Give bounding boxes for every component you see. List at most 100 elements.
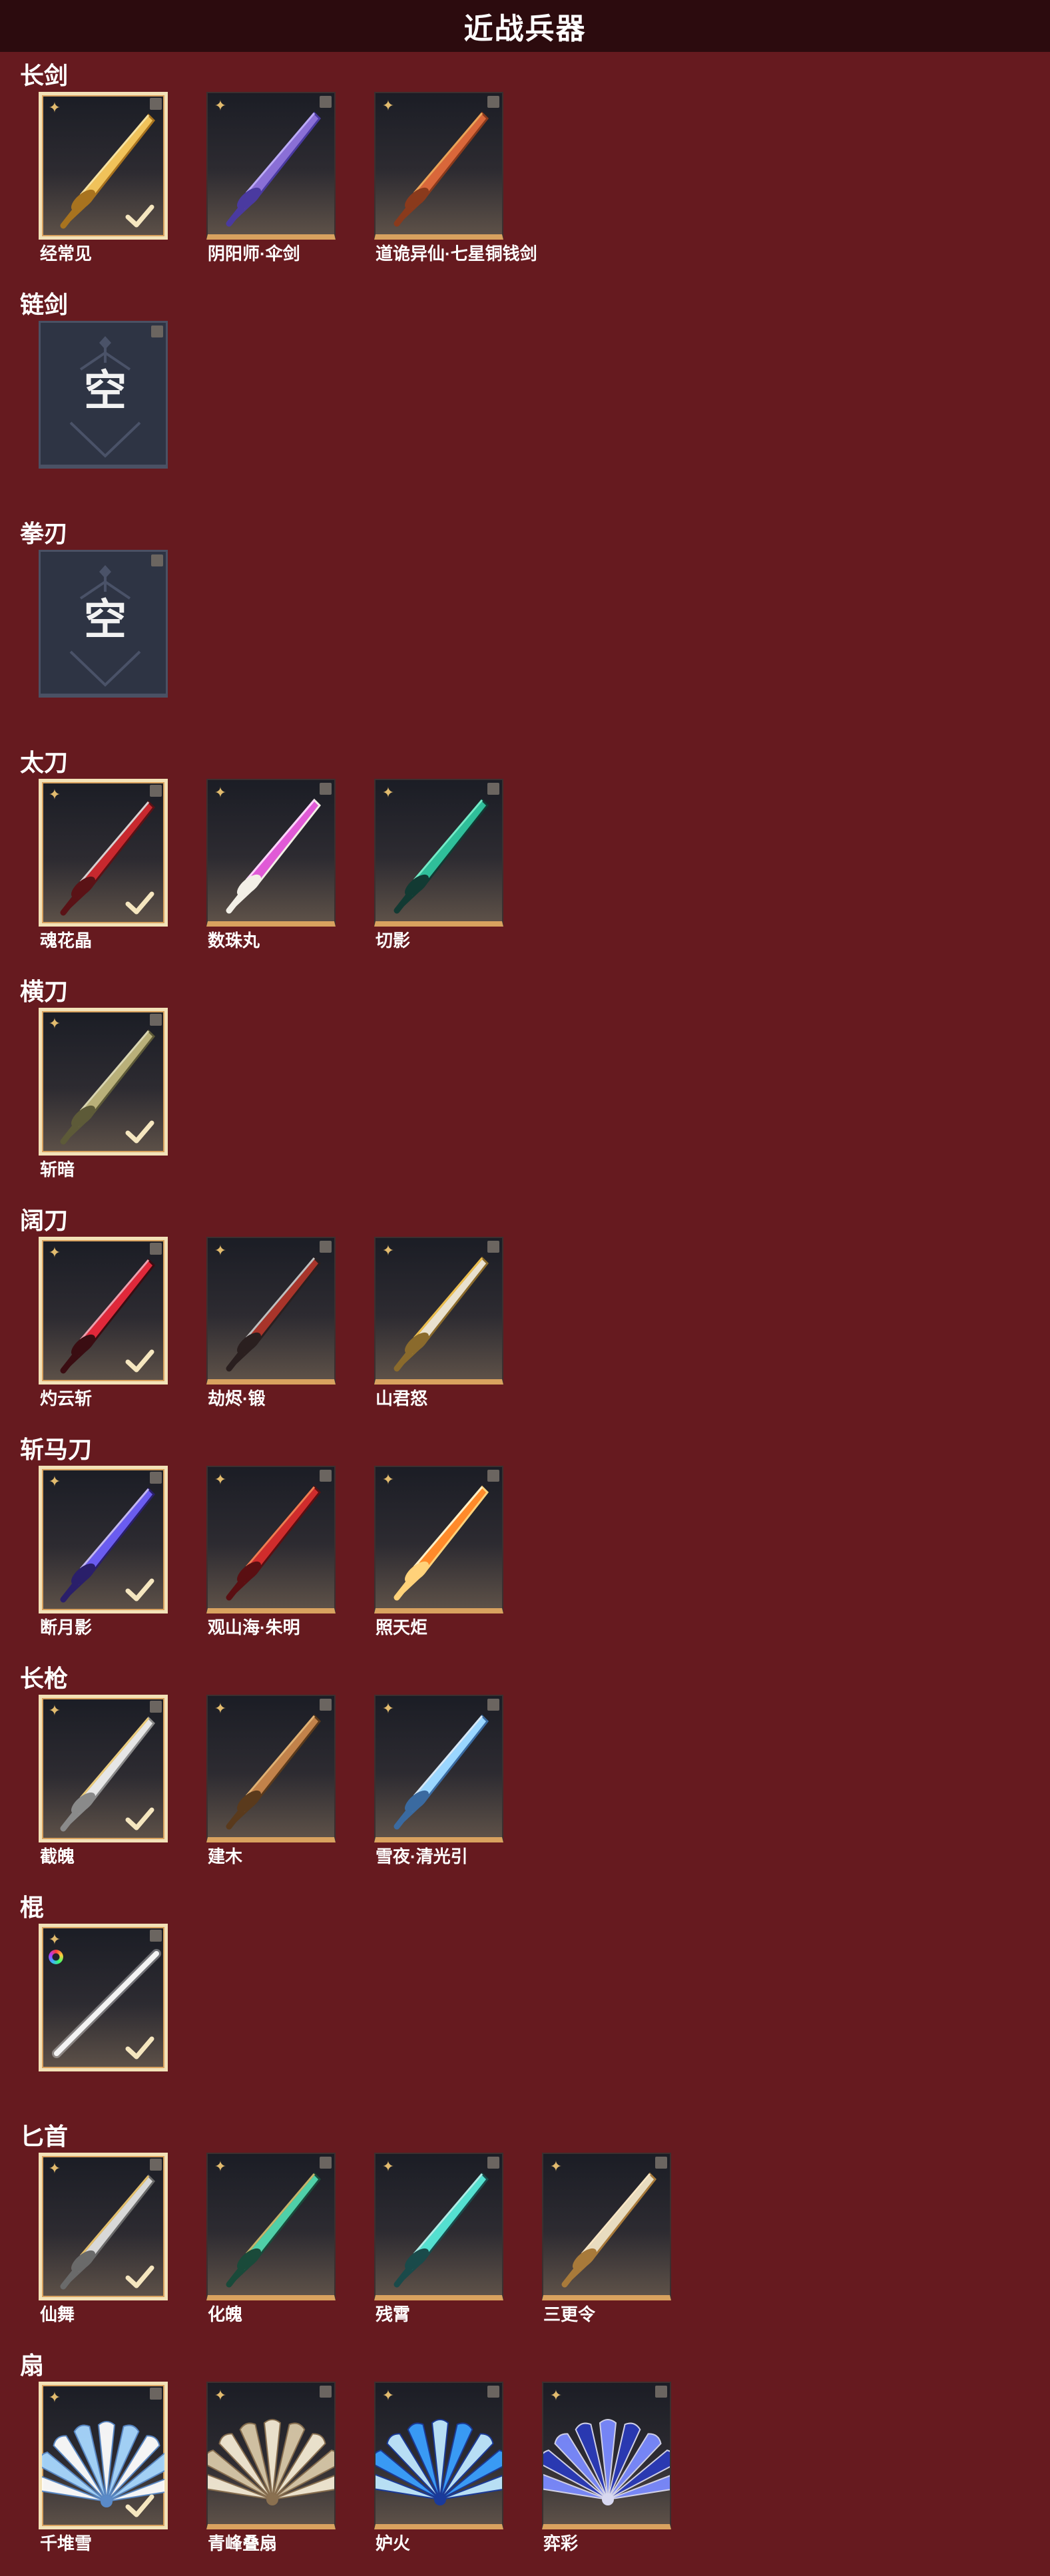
weapon-card[interactable]: ✦ [374,1695,503,1842]
weapon-card[interactable]: ✦ [206,1466,336,1613]
corner-tag-icon [150,785,162,797]
rarity-star-icon: ✦ [382,97,395,114]
equipped-check-icon [125,2036,154,2059]
weapon-name: 截魄 [40,1846,75,1866]
weapon-card[interactable]: ✦ [39,2153,168,2300]
corner-tag-icon [150,2159,162,2171]
rarity-star-icon: ✦ [214,2387,227,2404]
fan-art [208,2419,334,2505]
weapon-skin-item[interactable]: ✦ 建木 [206,1695,336,1881]
page-title: 近战兵器 [463,13,587,45]
weapon-card[interactable]: ✦ [374,2382,503,2529]
rarity-star-icon: ✦ [48,99,61,116]
weapon-skin-item[interactable]: ✦ 截魄 [39,1695,168,1881]
weapon-skin-item[interactable]: ✦ 观山海·朱明 [206,1466,336,1652]
corner-tag-icon [320,1241,332,1253]
weapon-card[interactable]: ✦ [374,1237,503,1385]
weapon-skin-item[interactable]: ✦ 斩暗 [39,1008,168,1194]
weapon-skin-item[interactable]: ✦ 三更令 [542,2153,671,2339]
corner-tag-icon [320,96,332,108]
weapon-skin-item[interactable]: ✦ 残霄 [374,2153,503,2339]
weapon-art [226,1714,322,1830]
weapon-card[interactable]: ✦ [374,92,503,240]
weapon-card[interactable]: ✦ [39,1008,168,1156]
weapon-skin-item[interactable]: ✦ 千堆雪 [39,2382,168,2568]
weapon-art [394,1485,489,1601]
weapon-card[interactable]: ✦ [39,1924,168,2071]
weapon-card[interactable]: ✦ [542,2382,671,2529]
weapon-skin-item[interactable]: ✦ 劫烬·锻 [206,1237,336,1423]
rarity-star-icon: ✦ [214,97,227,114]
weapon-card[interactable]: ✦ [206,2153,336,2300]
weapon-art [226,111,322,227]
weapon-card[interactable]: ✦ [206,779,336,927]
weapon-skin-item[interactable]: ✦ 灼云斩 [39,1237,168,1423]
rarity-star-icon: ✦ [382,2387,395,2404]
corner-tag-icon [320,2386,332,2398]
weapon-skin-item[interactable]: ✦ 道诡异仙·七星铜钱剑 [374,92,537,278]
weapon-card[interactable]: ✦ [39,92,168,240]
weapon-card[interactable]: ✦ [206,1237,336,1385]
weapon-category: 匕首 ✦ 仙舞 ✦ 化魄 ✦ 残霄 ✦ 三更令 [0,2118,1050,2347]
weapon-card[interactable]: ✦ [206,2382,336,2529]
weapon-card[interactable]: ✦ [39,779,168,927]
empty-weapon-slot[interactable]: 空 [39,550,168,736]
corner-tag-icon [487,2157,499,2169]
empty-glyph: 空 [84,596,127,644]
weapon-skin-item[interactable]: ✦ 仙舞 [39,2153,168,2339]
weapon-card[interactable]: 空 [39,321,168,469]
weapon-skin-item[interactable]: ✦ 切影 [374,779,503,965]
weapon-card[interactable]: ✦ [374,779,503,927]
weapon-art [394,798,489,914]
weapon-skin-item[interactable]: ✦ 山君怒 [374,1237,503,1423]
weapon-card[interactable]: ✦ [206,92,336,240]
rarity-star-icon: ✦ [382,1700,395,1717]
weapon-skin-item[interactable]: ✦ 青峰叠扇 [206,2382,336,2568]
weapon-skin-item[interactable]: ✦ 妒火 [374,2382,503,2568]
weapon-skin-item[interactable]: ✦ [39,1924,168,2110]
weapon-card[interactable]: ✦ [374,2153,503,2300]
weapon-skin-item[interactable]: ✦ 阴阳师·伞剑 [206,92,336,278]
weapon-card[interactable]: ✦ [206,1695,336,1842]
category-title: 匕首 [20,2123,69,2150]
weapon-name: 三更令 [543,2304,596,2324]
weapon-card[interactable]: ✦ [39,1695,168,1842]
empty-weapon-slot[interactable]: 空 [39,321,168,507]
weapon-skin-item[interactable]: ✦ 照天炬 [374,1466,503,1652]
weapon-image [394,111,489,227]
weapon-image [226,1485,322,1601]
corner-tag-icon [487,1470,499,1482]
rarity-star-icon: ✦ [48,786,61,803]
weapon-card[interactable]: 空 [39,550,168,698]
corner-tag-icon [320,783,332,795]
weapon-skin-item[interactable]: ✦ 雪夜·清光引 [374,1695,503,1881]
corner-tag-icon [150,1243,162,1255]
weapon-card[interactable]: ✦ [542,2153,671,2300]
corner-tag-icon [150,1701,162,1713]
weapon-skin-item[interactable]: ✦ 弈彩 [542,2382,671,2568]
weapon-name: 灼云斩 [40,1389,93,1408]
weapon-name: 雪夜·清光引 [376,1846,468,1866]
corner-tag-icon [487,96,499,108]
rarity-star-icon: ✦ [214,2158,227,2175]
corner-tag-icon [320,2157,332,2169]
weapon-image [561,2172,657,2288]
corner-tag-icon [150,1930,162,1942]
rarity-star-icon: ✦ [214,1700,227,1717]
rarity-star-icon: ✦ [48,2389,61,2406]
weapon-skin-item[interactable]: ✦ 魂花晶 [39,779,168,965]
weapon-card[interactable]: ✦ [39,1466,168,1613]
weapon-card[interactable]: ✦ [39,2382,168,2529]
weapon-skin-item[interactable]: ✦ 数珠丸 [206,779,336,965]
fan-art [376,2419,502,2505]
weapon-skin-item[interactable]: ✦ 断月影 [39,1466,168,1652]
weapon-image [226,1256,322,1372]
weapon-skin-item[interactable]: ✦ 经常见 [39,92,168,278]
weapon-skin-item[interactable]: ✦ 化魄 [206,2153,336,2339]
rarity-star-icon: ✦ [214,1471,227,1488]
equipped-check-icon [125,1807,154,1830]
weapon-card[interactable]: ✦ [374,1466,503,1613]
weapon-category: 扇 ✦ 千堆雪 ✦ 青峰叠扇 ✦ 妒火 ✦ 弈彩 [0,2347,1050,2576]
weapon-image [543,2419,670,2505]
weapon-card[interactable]: ✦ [39,1237,168,1385]
